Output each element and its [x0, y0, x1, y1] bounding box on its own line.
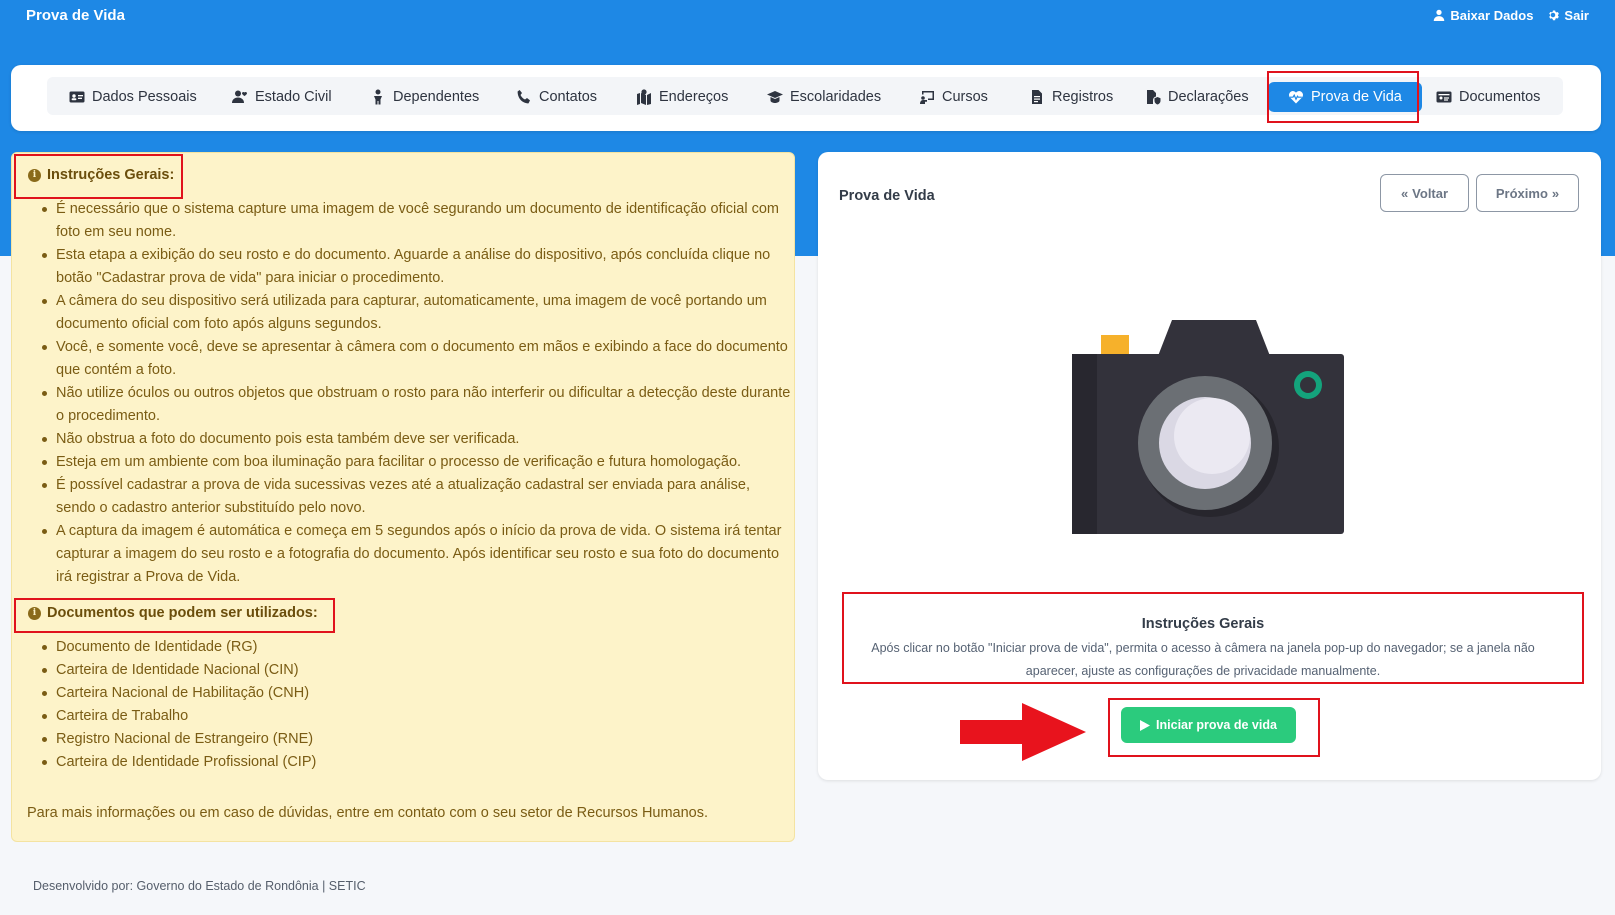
page-footer: Desenvolvido por: Governo do Estado de R… — [33, 879, 366, 893]
tab-label: Dados Pessoais — [92, 89, 197, 105]
tab-dados-pessoais[interactable]: Dados Pessoais — [69, 79, 197, 115]
instructions-list: É necessário que o sistema capture uma i… — [42, 198, 792, 589]
documents-heading-text: Documentos que podem ser utilizados: — [47, 605, 318, 621]
user-icon — [1434, 9, 1445, 21]
list-item: Carteira de Trabalho — [42, 705, 792, 728]
next-button[interactable]: Próximo » — [1476, 174, 1579, 212]
list-item: Não obstrua a foto do documento pois est… — [42, 428, 792, 451]
tab-escolaridades[interactable]: Escolaridades — [767, 79, 881, 115]
tab-documentos[interactable]: Documentos — [1436, 79, 1540, 115]
info-icon: i — [28, 168, 41, 182]
list-item: Esta etapa a exibição do seu rosto e do … — [42, 244, 792, 290]
documents-heading: i Documentos que podem ser utilizados: — [28, 605, 318, 621]
tab-label: Estado Civil — [255, 89, 332, 105]
file-shield-icon — [1147, 90, 1161, 105]
list-item: É necessário que o sistema capture uma i… — [42, 198, 792, 244]
instructions-panel: i Instruções Gerais: É necessário que o … — [11, 152, 795, 842]
start-liveness-label: Iniciar prova de vida — [1156, 718, 1277, 732]
graduation-cap-icon — [767, 91, 783, 103]
tab-label: Documentos — [1459, 89, 1541, 105]
list-item: A captura da imagem é automática e começ… — [42, 520, 792, 589]
tab-label: Endereços — [659, 89, 729, 105]
liveness-panel: Prova de Vida « Voltar Próximo » Instruç… — [818, 152, 1601, 780]
id-card-icon — [69, 91, 85, 103]
tab-cursos[interactable]: Cursos — [919, 79, 988, 115]
contact-note: Para mais informações ou em caso de dúvi… — [27, 805, 709, 821]
tab-contatos[interactable]: Contatos — [516, 79, 597, 115]
app-title: Prova de Vida — [26, 6, 125, 24]
documents-list: Documento de Identidade (RG) Carteira de… — [42, 636, 792, 774]
tab-label: Declarações — [1168, 89, 1249, 105]
tab-label: Registros — [1052, 89, 1114, 105]
camera-icon — [1072, 320, 1344, 534]
list-item: A câmera do seu dispositivo será utiliza… — [42, 290, 792, 336]
tab-estado-civil[interactable]: Estado Civil — [232, 79, 332, 115]
list-item: É possível cadastrar a prova de vida suc… — [42, 474, 792, 520]
phone-icon — [517, 90, 530, 104]
general-instructions-box: Instruções Gerais Após clicar no botão "… — [842, 594, 1564, 684]
back-button-label: Voltar — [1412, 185, 1449, 201]
logout-label: Sair — [1564, 7, 1589, 23]
tab-label: Dependentes — [393, 89, 480, 105]
red-arrow-icon — [960, 703, 1086, 761]
tab-label: Contatos — [539, 89, 598, 105]
tab-dependentes[interactable]: Dependentes — [370, 79, 479, 115]
list-item: Carteira de Identidade Nacional (CIN) — [42, 659, 792, 682]
tab-label: Escolaridades — [790, 89, 882, 105]
address-card-icon — [1436, 91, 1452, 103]
child-icon — [374, 89, 382, 105]
list-item: Documento de Identidade (RG) — [42, 636, 792, 659]
map-location-icon — [637, 89, 651, 105]
tab-label: Prova de Vida — [1311, 89, 1402, 105]
info-icon: i — [28, 606, 41, 620]
tab-label: Cursos — [942, 89, 988, 105]
chalkboard-icon — [920, 91, 934, 104]
file-icon — [1032, 90, 1042, 104]
tab-registros[interactable]: Registros — [1029, 79, 1113, 115]
start-liveness-button[interactable]: Iniciar prova de vida — [1121, 707, 1296, 743]
gear-icon — [1549, 10, 1560, 21]
tab-enderecos[interactable]: Endereços — [636, 79, 728, 115]
list-item: Esteja em um ambiente com boa iluminação… — [42, 451, 792, 474]
general-instructions-title: Instruções Gerais — [1141, 616, 1265, 632]
back-button[interactable]: « Voltar — [1380, 174, 1469, 212]
instructions-heading-text: Instruções Gerais: — [47, 167, 175, 183]
list-item: Carteira de Identidade Profissional (CIP… — [42, 751, 792, 774]
list-item: Carteira Nacional de Habilitação (CNH) — [42, 682, 792, 705]
instructions-heading: i Instruções Gerais: — [28, 167, 174, 183]
top-actions: Baixar Dados Sair — [1433, 8, 1589, 23]
double-chevron-left-icon: « — [1400, 185, 1409, 201]
top-bar: Prova de Vida Baixar Dados Sair — [0, 0, 1615, 30]
heart-pulse-icon — [1289, 91, 1303, 104]
double-chevron-right-icon: » — [1551, 185, 1560, 201]
download-data-link[interactable]: Baixar Dados — [1433, 8, 1533, 23]
logout-link[interactable]: Sair — [1547, 8, 1589, 23]
list-item: Você, e somente você, deve se apresentar… — [42, 336, 792, 382]
play-icon — [1140, 719, 1151, 731]
user-heart-icon — [232, 90, 247, 103]
download-data-label: Baixar Dados — [1450, 7, 1534, 23]
list-item: Registro Nacional de Estrangeiro (RNE) — [42, 728, 792, 751]
list-item: Não utilize óculos ou outros objetos que… — [42, 382, 792, 428]
panel-title: Prova de Vida — [839, 188, 935, 204]
next-button-label: Próximo — [1495, 185, 1548, 201]
tab-declaracoes[interactable]: Declarações — [1145, 79, 1249, 115]
tab-prova-de-vida[interactable]: Prova de Vida — [1268, 82, 1422, 112]
general-instructions-text: Após clicar no botão "Iniciar prova de v… — [871, 641, 1535, 678]
